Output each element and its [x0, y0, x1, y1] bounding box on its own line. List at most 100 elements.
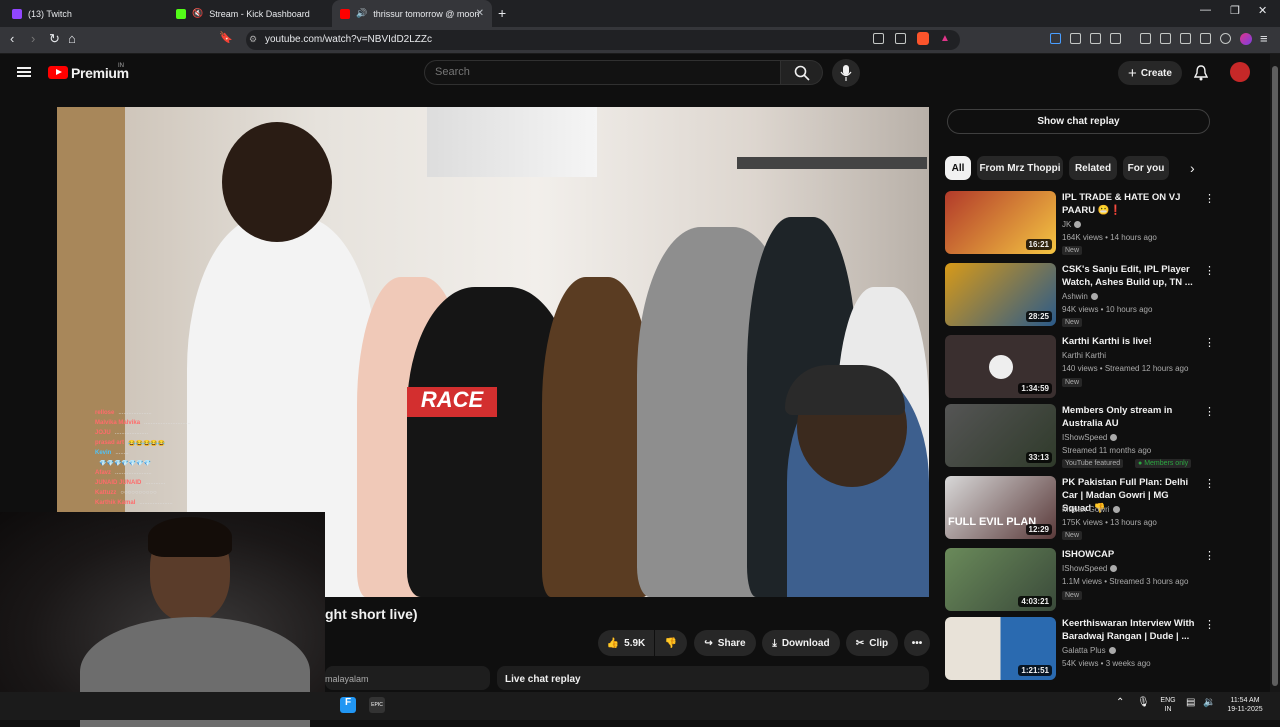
- rec-title[interactable]: Members Only stream in Australia AU: [1062, 404, 1197, 430]
- new-tab-icon[interactable]: +: [498, 5, 506, 21]
- close-window-icon[interactable]: ✕: [1258, 4, 1267, 17]
- brave-shield-icon[interactable]: [917, 32, 929, 45]
- search-button[interactable]: [781, 60, 823, 85]
- rec-title[interactable]: Keerthiswaran Interview With Baradwaj Ra…: [1062, 617, 1197, 643]
- music-icon[interactable]: [1140, 33, 1151, 44]
- create-button[interactable]: + Create: [1118, 61, 1182, 85]
- guide-menu-icon[interactable]: [17, 67, 31, 77]
- extension-icon[interactable]: [1070, 33, 1081, 44]
- thumbnail[interactable]: 1:34:59: [945, 335, 1056, 398]
- rec-channel[interactable]: Karthi Karthi: [1062, 351, 1106, 360]
- puzzle-icon[interactable]: [1090, 33, 1101, 44]
- chip-from-channel[interactable]: From Mrz Thoppi: [977, 156, 1063, 180]
- rec-title[interactable]: Karthi Karthi is live!: [1062, 335, 1197, 348]
- tray-chevron-icon[interactable]: ⌃: [1116, 697, 1124, 708]
- notifications-bell-icon[interactable]: [1194, 65, 1208, 81]
- scrollbar-thumb[interactable]: [1272, 66, 1278, 686]
- more-vert-icon[interactable]: ⋮: [1204, 264, 1215, 277]
- thumbnail[interactable]: FULL EVIL PLAN 12:29: [945, 476, 1056, 539]
- page-scrollbar[interactable]: [1270, 54, 1280, 692]
- wallet-icon[interactable]: [1180, 33, 1191, 44]
- clip-button[interactable]: ✂ Clip: [846, 630, 898, 656]
- wifi-icon[interactable]: ▤: [1186, 697, 1195, 708]
- screenshot-icon[interactable]: [1110, 33, 1121, 44]
- rewards-icon[interactable]: ▲: [940, 33, 950, 44]
- thumbnail[interactable]: 28:25: [945, 263, 1056, 326]
- rec-channel[interactable]: IShowSpeed: [1062, 564, 1118, 573]
- more-vert-icon[interactable]: ⋮: [1204, 405, 1215, 418]
- search-input[interactable]: [425, 61, 780, 83]
- rec-title[interactable]: CSK's Sanju Edit, IPL Player Watch, Ashe…: [1062, 263, 1197, 289]
- thumbnail[interactable]: 4:03:21: [945, 548, 1056, 611]
- tab-twitch[interactable]: (13) Twitch: [4, 0, 164, 27]
- person-brown-jacket: [542, 277, 652, 597]
- more-vert-icon[interactable]: ⋮: [1204, 192, 1215, 205]
- thumbnail[interactable]: 16:21: [945, 191, 1056, 254]
- live-chat-replay-header[interactable]: Live chat replay: [497, 666, 929, 690]
- rec-title[interactable]: IPL TRADE & HATE ON VJ PAARU 😬❗: [1062, 191, 1197, 217]
- recommendation-item[interactable]: FULL EVIL PLAN 12:29 PK Pakistan Full Pla…: [945, 476, 1215, 542]
- share-page-icon[interactable]: [895, 33, 906, 44]
- menu-icon[interactable]: ≡: [1260, 31, 1268, 46]
- language-indicator[interactable]: ENG IN: [1158, 696, 1178, 714]
- chip-related[interactable]: Related: [1069, 156, 1117, 180]
- rec-channel[interactable]: Madan Gowri: [1062, 505, 1120, 514]
- epic-games-icon[interactable]: EPIC: [369, 697, 385, 713]
- more-vert-icon[interactable]: ⋮: [1204, 336, 1215, 349]
- download-button[interactable]: ⤓ Download: [762, 630, 840, 656]
- description-strip[interactable]: malayalam: [325, 666, 490, 690]
- reload-icon[interactable]: ↻: [49, 31, 60, 47]
- profile-icon[interactable]: [1240, 33, 1252, 45]
- tab-kick[interactable]: 🔇 Stream - Kick Dashboard: [168, 0, 328, 27]
- show-chat-replay-button[interactable]: Show chat replay: [947, 109, 1210, 134]
- back-icon[interactable]: ‹: [10, 31, 14, 46]
- more-vert-icon[interactable]: ⋮: [1204, 618, 1215, 631]
- close-tab-icon[interactable]: ✕: [476, 8, 484, 19]
- leo-icon[interactable]: [1200, 33, 1211, 44]
- dislike-button[interactable]: 👎: [655, 630, 687, 656]
- more-actions-button[interactable]: •••: [904, 630, 930, 656]
- recommendation-item[interactable]: 16:21 IPL TRADE & HATE ON VJ PAARU 😬❗ JK…: [945, 191, 1215, 257]
- chat-line: Afavz......................: [95, 468, 275, 478]
- like-button[interactable]: 👍 5.9K: [598, 630, 654, 656]
- chat-line: Karthik Kamal....................: [95, 498, 275, 508]
- url-text[interactable]: youtube.com/watch?v=NBVIdD2LZZc: [265, 34, 432, 45]
- home-icon[interactable]: ⌂: [68, 31, 76, 46]
- search-box[interactable]: [424, 60, 781, 85]
- tab-youtube[interactable]: 🔊 thrissur tomorrow @ moonnu ✕: [332, 0, 492, 27]
- chip-all[interactable]: All: [945, 156, 971, 180]
- more-vert-icon[interactable]: ⋮: [1204, 477, 1215, 490]
- sidebar-icon[interactable]: [1160, 33, 1171, 44]
- restore-icon[interactable]: ❐: [1230, 4, 1240, 17]
- rec-channel[interactable]: IShowSpeed: [1062, 433, 1118, 442]
- recommendation-item[interactable]: 28:25 CSK's Sanju Edit, IPL Player Watch…: [945, 263, 1215, 329]
- vpn-icon[interactable]: [1220, 33, 1231, 44]
- account-avatar[interactable]: [1230, 62, 1250, 82]
- clock[interactable]: 11:54 AM 19-11-2025: [1222, 696, 1268, 714]
- recommendation-item[interactable]: 4:03:21 ISHOWCAP IShowSpeed 1.1M views •…: [945, 548, 1215, 614]
- recommendation-item[interactable]: 33:13 Members Only stream in Australia A…: [945, 404, 1215, 470]
- recommendation-item[interactable]: 1:34:59 Karthi Karthi is live! Karthi Ka…: [945, 335, 1215, 401]
- bookmark-icon[interactable]: 🔖: [219, 31, 233, 44]
- translate-icon[interactable]: [1050, 33, 1061, 44]
- site-info-icon[interactable]: ⚙: [249, 34, 257, 45]
- rec-channel[interactable]: Galatta Plus: [1062, 646, 1116, 655]
- more-vert-icon[interactable]: ⋮: [1204, 549, 1215, 562]
- minimize-icon[interactable]: —: [1200, 4, 1211, 16]
- thumbnail[interactable]: 1:21:51: [945, 617, 1056, 680]
- volume-icon[interactable]: 🔉: [1203, 697, 1215, 708]
- forward-icon[interactable]: ›: [31, 31, 35, 46]
- rec-channel[interactable]: Ashwin: [1062, 292, 1098, 301]
- app-f-icon[interactable]: F: [340, 697, 356, 713]
- tray-mic-icon[interactable]: 🎙: [1137, 697, 1150, 708]
- chip-next-icon[interactable]: ›: [1190, 160, 1195, 176]
- chip-for-you[interactable]: For you: [1123, 156, 1169, 180]
- share-button[interactable]: ↪ Share: [694, 630, 756, 656]
- recommendation-item[interactable]: 1:21:51 Keerthiswaran Interview With Bar…: [945, 617, 1215, 683]
- rec-title[interactable]: ISHOWCAP: [1062, 548, 1197, 561]
- rec-channel[interactable]: JK: [1062, 220, 1082, 229]
- cast-icon[interactable]: [873, 33, 884, 44]
- voice-search-button[interactable]: [832, 59, 860, 87]
- youtube-logo-icon[interactable]: [48, 66, 68, 79]
- thumbnail[interactable]: 33:13: [945, 404, 1056, 467]
